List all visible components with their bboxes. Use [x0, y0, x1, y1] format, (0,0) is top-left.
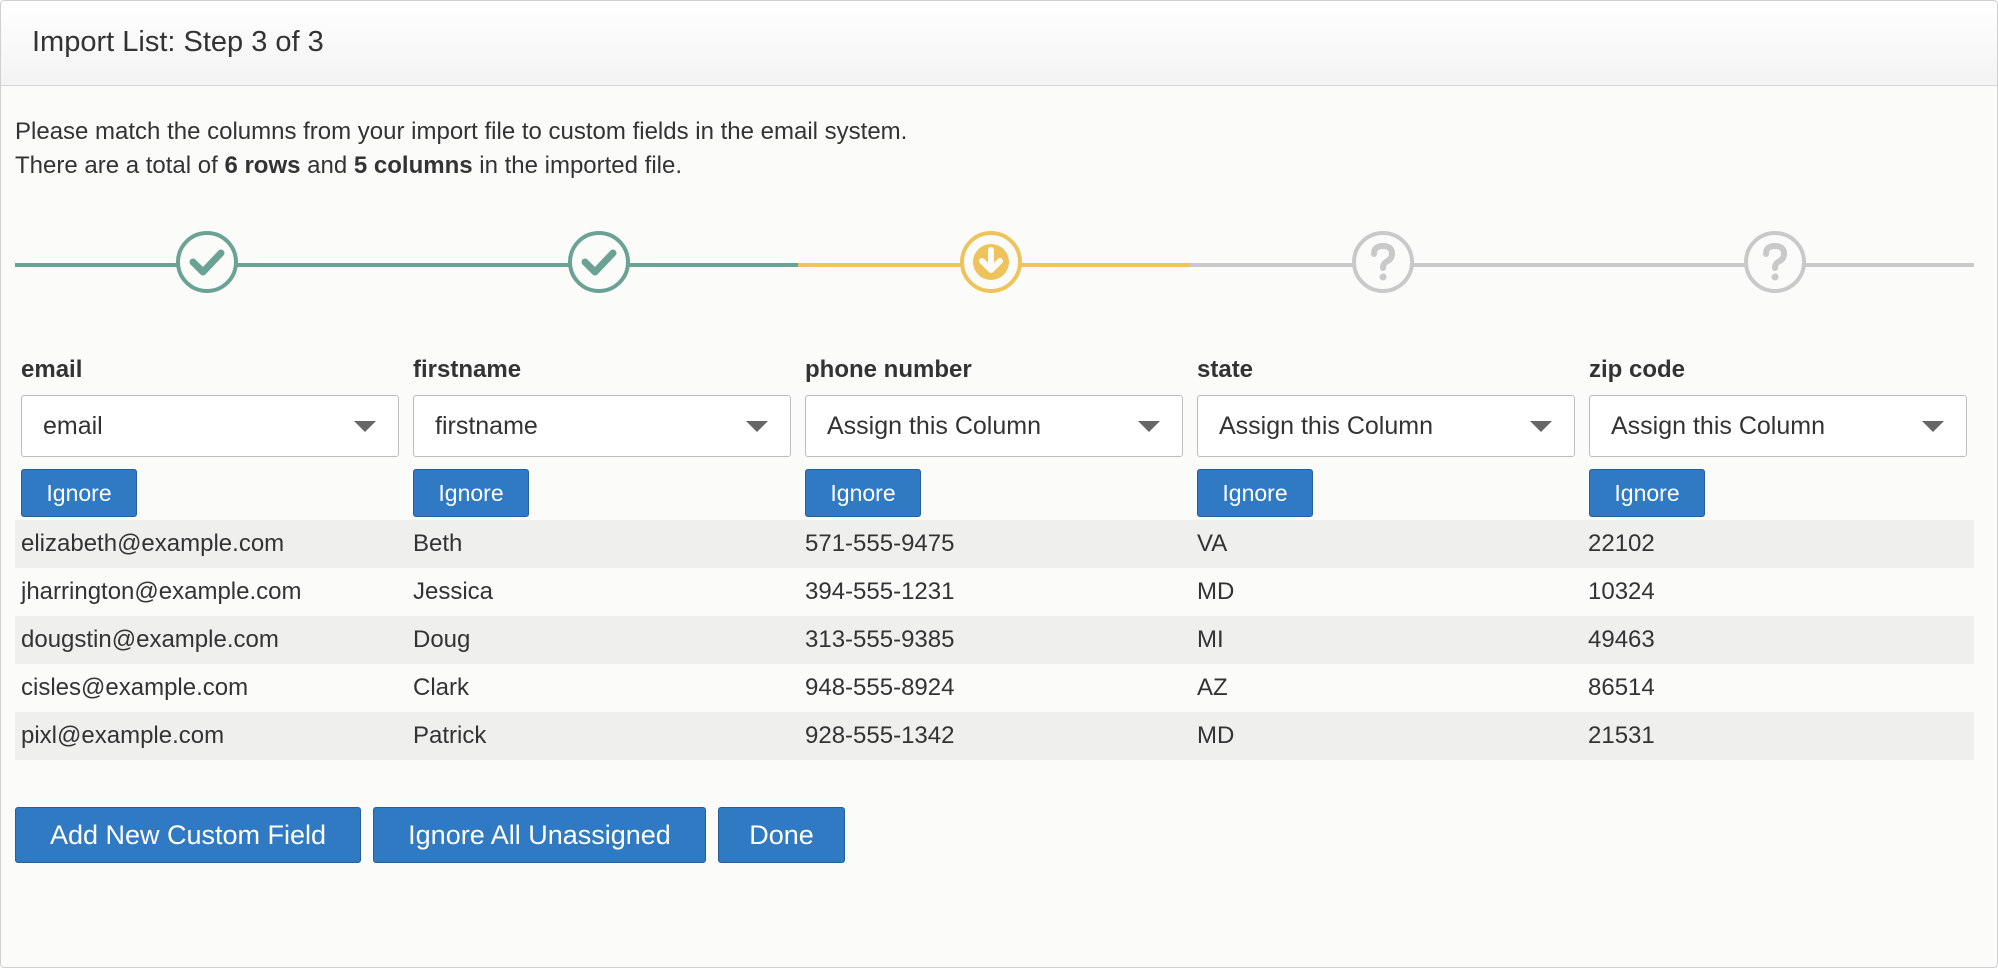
- cell-state: AZ: [1197, 674, 1228, 701]
- add-custom-field-button[interactable]: Add New Custom Field: [15, 807, 361, 863]
- cell-firstname: Patrick: [413, 722, 487, 749]
- step-2-done: [568, 231, 630, 293]
- intro-line-1: Please match the columns from your impor…: [15, 118, 908, 145]
- step-line-1: [15, 263, 798, 267]
- columns-count: 5 columns: [353, 152, 473, 179]
- cell-zip: 21531: [1588, 722, 1655, 749]
- progress-stepper: [15, 227, 1974, 303]
- import-panel: Import List: Step 3 of 3 Please match th…: [0, 0, 1998, 968]
- step-line-3: [1190, 263, 1974, 267]
- column-header: phone number: [805, 356, 972, 383]
- column-header: email: [21, 356, 83, 383]
- cell-firstname: Clark: [413, 674, 470, 701]
- field-select-zip-code[interactable]: Assign this Column: [1589, 395, 1967, 457]
- column-email: email email Ignore: [15, 355, 399, 517]
- column-state: state Assign this Column Ignore: [1191, 355, 1575, 517]
- table-row: pixl@example.com Patrick 928-555-1342 MD…: [15, 712, 1974, 760]
- column-phone-number: phone number Assign this Column Ignore: [799, 355, 1183, 517]
- cell-phone: 313-555-9385: [805, 626, 955, 653]
- table-row: elizabeth@example.com Beth 571-555-9475 …: [15, 520, 1974, 568]
- question-icon: [1371, 242, 1396, 281]
- cell-email: jharrington@example.com: [21, 578, 302, 605]
- cell-zip: 10324: [1588, 578, 1655, 605]
- cell-phone: 948-555-8924: [805, 674, 955, 701]
- column-zip-code: zip code Assign this Column Ignore: [1583, 355, 1967, 517]
- cell-firstname: Beth: [413, 530, 463, 557]
- caret-down-icon: [1138, 420, 1160, 432]
- column-header: zip code: [1589, 356, 1686, 383]
- arrow-down-icon: [973, 244, 1009, 280]
- cell-state: MD: [1197, 722, 1235, 749]
- cell-zip: 49463: [1588, 626, 1655, 653]
- select-value: Assign this Column: [827, 411, 1041, 440]
- cell-phone: 394-555-1231: [805, 578, 955, 605]
- caret-down-icon: [746, 420, 768, 432]
- step-1-done: [176, 231, 238, 293]
- cell-firstname: Doug: [413, 626, 471, 653]
- check-icon: [581, 249, 617, 276]
- cell-email: pixl@example.com: [21, 722, 225, 749]
- field-select-firstname[interactable]: firstname: [413, 395, 791, 457]
- select-value: Assign this Column: [1611, 411, 1825, 440]
- cell-zip: 86514: [1588, 674, 1655, 701]
- cell-phone: 928-555-1342: [805, 722, 955, 749]
- caret-down-icon: [1922, 420, 1944, 432]
- intro-line-2-prefix: There are a total of: [15, 152, 225, 179]
- select-value: email: [43, 411, 103, 440]
- cell-state: MD: [1197, 578, 1235, 605]
- done-button[interactable]: Done: [718, 807, 845, 863]
- action-bar: Add New Custom Field Ignore All Unassign…: [15, 807, 857, 863]
- ignore-button-zip-code[interactable]: Ignore: [1589, 469, 1705, 517]
- intro-line-2-suffix: in the imported file.: [472, 152, 683, 179]
- ignore-button-firstname[interactable]: Ignore: [413, 469, 529, 517]
- cell-email: elizabeth@example.com: [21, 530, 285, 557]
- ignore-button-state[interactable]: Ignore: [1197, 469, 1313, 517]
- field-select-email[interactable]: email: [21, 395, 399, 457]
- page-title: Import List: Step 3 of 3: [32, 25, 324, 58]
- table-row: jharrington@example.com Jessica 394-555-…: [15, 568, 1974, 616]
- check-icon: [189, 249, 225, 276]
- intro-line-2-mid: and: [300, 152, 354, 179]
- column-firstname: firstname firstname Ignore: [407, 355, 791, 517]
- field-select-phone-number[interactable]: Assign this Column: [805, 395, 1183, 457]
- select-value: Assign this Column: [1219, 411, 1433, 440]
- ignore-button-phone-number[interactable]: Ignore: [805, 469, 921, 517]
- cell-zip: 22102: [1588, 530, 1655, 557]
- cell-phone: 571-555-9475: [805, 530, 955, 557]
- table-row: cisles@example.com Clark 948-555-8924 AZ…: [15, 664, 1974, 712]
- cell-state: VA: [1197, 530, 1228, 557]
- step-3-current: [960, 231, 1022, 293]
- caret-down-icon: [354, 420, 376, 432]
- step-4-pending: [1352, 231, 1414, 293]
- column-header: firstname: [413, 356, 522, 383]
- ignore-all-unassigned-button[interactable]: Ignore All Unassigned: [373, 807, 706, 863]
- column-header: state: [1197, 356, 1254, 383]
- step-5-pending: [1744, 231, 1806, 293]
- cell-firstname: Jessica: [413, 578, 494, 605]
- question-icon: [1763, 242, 1788, 281]
- cell-email: cisles@example.com: [21, 674, 249, 701]
- intro-line-2: There are a total of 6 rows and 5 column…: [15, 149, 907, 183]
- rows-count: 6 rows: [224, 152, 301, 179]
- cell-email: dougstin@example.com: [21, 626, 279, 653]
- table-row: dougstin@example.com Doug 313-555-9385 M…: [15, 616, 1974, 664]
- ignore-button-email[interactable]: Ignore: [21, 469, 137, 517]
- select-value: firstname: [435, 411, 538, 440]
- field-select-state[interactable]: Assign this Column: [1197, 395, 1575, 457]
- cell-state: MI: [1197, 626, 1224, 653]
- caret-down-icon: [1530, 420, 1552, 432]
- intro-text: Please match the columns from your impor…: [15, 115, 907, 183]
- preview-table: elizabeth@example.com Beth 571-555-9475 …: [15, 520, 1974, 760]
- panel-header: Import List: Step 3 of 3: [1, 1, 1997, 86]
